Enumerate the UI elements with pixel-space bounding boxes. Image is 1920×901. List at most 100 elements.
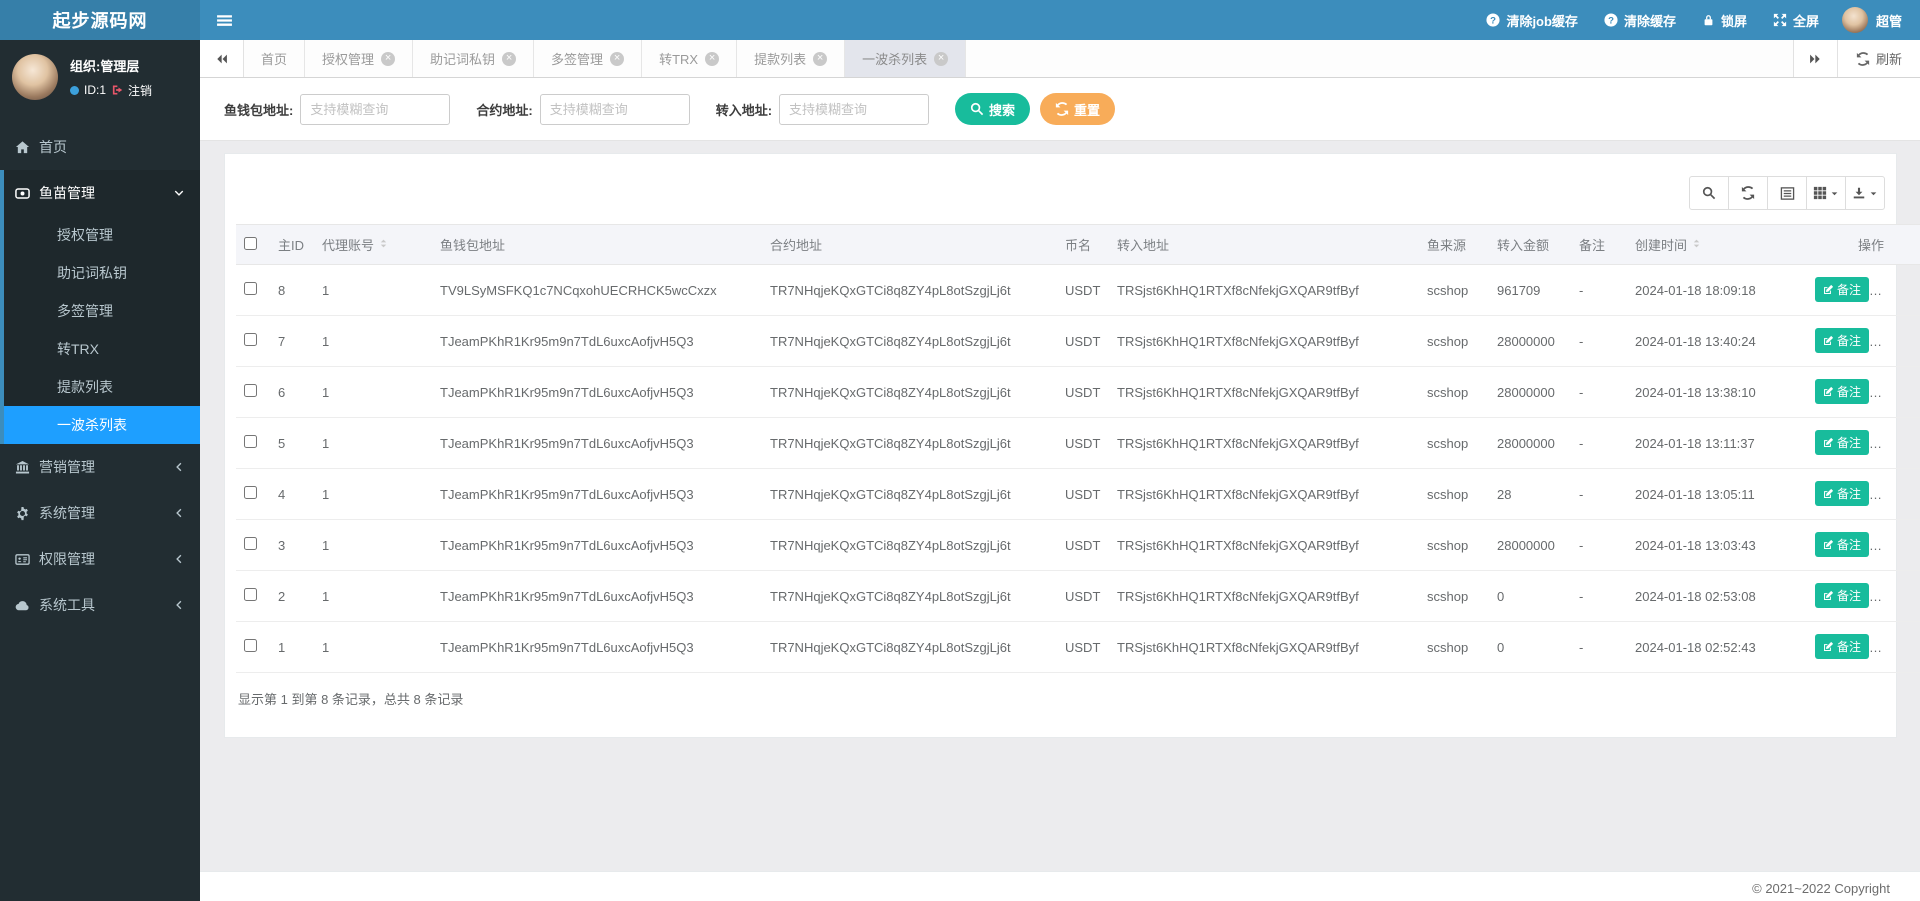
tab-label: 转TRX <box>659 52 699 67</box>
tab-授权管理[interactable]: 授权管理 × <box>305 40 414 77</box>
cell-id: 2 <box>270 570 314 622</box>
filter-input[interactable] <box>300 93 451 125</box>
svg-text:?: ? <box>1491 16 1497 27</box>
cell-id: 5 <box>270 417 314 469</box>
list-view-toolbar-button[interactable] <box>1767 176 1807 210</box>
submenu-item-授权管理[interactable]: 授权管理 <box>4 216 200 254</box>
column-header-coin: 币名 <box>1057 224 1109 265</box>
cell-note: - <box>1571 315 1627 367</box>
tab-close-icon[interactable]: × <box>381 51 396 66</box>
note-button[interactable]: 备注 <box>1815 277 1870 302</box>
navbar-link[interactable]: 锁屏 <box>1689 0 1760 40</box>
svg-text:?: ? <box>1608 16 1614 27</box>
submenu-item-提款列表[interactable]: 提款列表 <box>4 368 200 406</box>
row-checkbox[interactable] <box>244 333 257 346</box>
cell-to: TRSjst6KhHQ1RTXf8cNfekjGXQAR9tfByf <box>1109 621 1419 673</box>
tab-close-icon[interactable]: × <box>934 51 949 66</box>
tab-首页[interactable]: 首页 <box>244 40 306 77</box>
sidebar-item-label: 营销管理 <box>39 459 95 475</box>
edit-icon <box>1823 539 1834 550</box>
cell-created: 2024-01-18 02:52:43 <box>1627 621 1807 673</box>
tab-多签管理[interactable]: 多签管理 × <box>534 40 643 77</box>
header-select-all <box>236 224 270 265</box>
sidebar-item-link[interactable]: 系统管理 <box>0 490 200 536</box>
sidebar-item-link[interactable]: 权限管理 <box>0 536 200 582</box>
reset-button[interactable]: 重置 <box>1040 93 1116 125</box>
tab-close-icon[interactable]: × <box>813 51 828 66</box>
search-toolbar-button[interactable] <box>1689 176 1729 210</box>
submenu-item-转TRX[interactable]: 转TRX <box>4 330 200 368</box>
row-checkbox[interactable] <box>244 486 257 499</box>
row-checkbox[interactable] <box>244 537 257 550</box>
select-all-checkbox[interactable] <box>244 236 257 250</box>
note-button[interactable]: 备注 <box>1815 583 1870 608</box>
sidebar-toggle-icon[interactable] <box>200 0 249 40</box>
cell-note: - <box>1571 417 1627 469</box>
sidebar-item-系统工具: 系统工具 <box>0 582 200 628</box>
column-header-created[interactable]: 创建时间 <box>1627 224 1807 265</box>
cell-created: 2024-01-18 13:11:37 <box>1627 417 1807 469</box>
tab-转TRX[interactable]: 转TRX × <box>642 40 738 77</box>
submenu-item-多签管理[interactable]: 多签管理 <box>4 292 200 330</box>
user-menu[interactable]: 超管 <box>1832 7 1920 33</box>
cell-created: 2024-01-18 18:09:18 <box>1627 264 1807 316</box>
submenu-item-助记词私钥[interactable]: 助记词私钥 <box>4 254 200 292</box>
filter-input[interactable] <box>779 93 930 125</box>
tab-scroll-right-icon[interactable] <box>1792 40 1837 77</box>
submenu-item-一波杀列表[interactable]: 一波杀列表 <box>4 406 200 444</box>
tab-close-icon[interactable]: × <box>502 51 517 66</box>
caret-down-icon <box>1869 189 1878 198</box>
columns-toolbar-button[interactable] <box>1806 176 1846 210</box>
cell-source: scshop <box>1419 468 1489 520</box>
tab-refresh-button[interactable]: 刷新 <box>1836 40 1920 77</box>
refresh-toolbar-button[interactable] <box>1728 176 1768 210</box>
close-icon <box>1883 592 1892 601</box>
search-button[interactable]: 搜索 <box>955 93 1031 125</box>
tab-一波杀列表[interactable]: 一波杀列表 × <box>845 40 967 77</box>
row-checkbox[interactable] <box>244 384 257 397</box>
logout-link[interactable]: 注销 <box>128 82 152 99</box>
navbar-link[interactable]: ? 清除缓存 <box>1591 0 1689 40</box>
row-checkbox[interactable] <box>244 588 257 601</box>
note-button[interactable]: 备注 <box>1815 634 1870 659</box>
note-button[interactable]: 备注 <box>1815 481 1870 506</box>
sidebar-item-link[interactable]: 鱼苗管理 <box>4 170 200 216</box>
filter-input[interactable] <box>539 93 690 125</box>
sidebar-item-label: 鱼苗管理 <box>39 185 95 201</box>
fullscreen-icon <box>1773 13 1787 27</box>
table-row: 8 1 TV9LSyMSFKQ1c7NCqxohUECRHCK5wcCxzx TR7N… <box>236 264 1920 316</box>
tab-label: 授权管理 <box>322 52 375 67</box>
sort-icon[interactable] <box>374 237 389 250</box>
navbar-link[interactable]: 全屏 <box>1760 0 1832 40</box>
cell-wallet: TV9LSyMSFKQ1c7NCqxohUECRHCK5wcCxzx <box>432 264 762 316</box>
cell-wallet: TJeamPKhR1Kr95m9n7TdL6uxcAofjvH5Q3 <box>432 417 762 469</box>
note-button[interactable]: 备注 <box>1815 379 1870 404</box>
note-button[interactable]: 备注 <box>1815 328 1870 353</box>
tab-close-icon[interactable]: × <box>610 51 625 66</box>
tab-close-icon[interactable]: × <box>705 51 720 66</box>
sort-icon[interactable] <box>1687 237 1702 250</box>
export-toolbar-button[interactable] <box>1845 176 1885 210</box>
sidebar-item-link[interactable]: 系统工具 <box>0 582 200 628</box>
note-button[interactable]: 备注 <box>1815 532 1870 557</box>
tab-bar: 首页 授权管理 × 助记词私钥 × 多签管理 × 转TRX × 提款列表 × 一波杀列表 × 刷新 <box>200 40 1920 78</box>
chevron-left-icon <box>173 599 185 611</box>
chevron-left-icon <box>173 507 185 519</box>
sidebar-item-link[interactable]: 营销管理 <box>0 444 200 490</box>
brand-logo[interactable]: 起步源码网 <box>0 0 200 40</box>
note-button[interactable]: 备注 <box>1815 430 1870 455</box>
row-checkbox[interactable] <box>244 282 257 295</box>
column-header-wallet: 鱼钱包地址 <box>432 224 762 265</box>
row-select-cell <box>236 366 270 418</box>
tab-助记词私钥[interactable]: 助记词私钥 × <box>413 40 535 77</box>
tab-提款列表[interactable]: 提款列表 × <box>737 40 846 77</box>
navbar-link[interactable]: ? 清除job缓存 <box>1473 0 1591 40</box>
row-checkbox[interactable] <box>244 435 257 448</box>
tab-scroll-left-icon[interactable] <box>200 40 244 77</box>
close-icon <box>1883 643 1892 652</box>
sidebar-item-link[interactable]: 首页 <box>0 124 200 170</box>
logout-icon <box>111 84 123 96</box>
row-checkbox[interactable] <box>244 639 257 652</box>
column-header-agent[interactable]: 代理账号 <box>314 224 432 265</box>
edit-icon <box>1823 284 1834 295</box>
